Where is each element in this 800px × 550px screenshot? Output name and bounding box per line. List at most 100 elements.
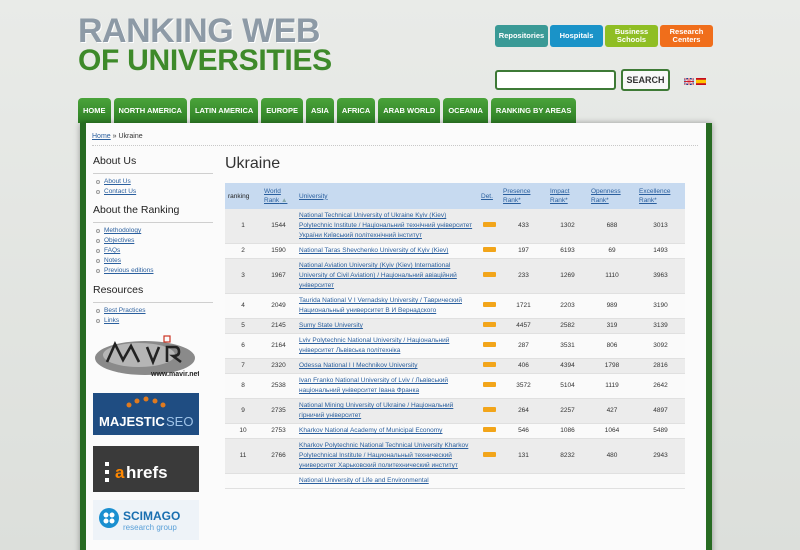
quick-link-repositories[interactable]: Repositories <box>495 25 548 47</box>
table-row: 8 2538 Ivan Franko National University of … <box>225 373 685 399</box>
table-row: 1 1544 National Technical University of Uk… <box>225 209 685 244</box>
search-input[interactable] <box>495 70 616 90</box>
table-row: 5 2145 Sumy State University 4457 2582 319 313… <box>225 318 685 334</box>
table-row: 11 2766 Kharkov Polytechnic National Techn… <box>225 438 685 474</box>
cell-impact: 3531 <box>547 333 588 359</box>
details-icon[interactable] <box>482 322 496 327</box>
sidebar-item-about-us[interactable]: About Us <box>96 177 213 187</box>
sidebar-item-objectives[interactable]: Objectives <box>96 236 213 246</box>
svg-text:MAJESTIC: MAJESTIC <box>99 414 165 429</box>
bullet-icon <box>96 239 100 243</box>
col-openness[interactable]: Openness Rank* <box>588 183 636 209</box>
university-link[interactable]: National Technical University of Ukraine… <box>299 212 472 239</box>
cell-excellence: 4897 <box>636 398 685 424</box>
cell-presence: 197 <box>500 243 547 259</box>
nav-tab-home[interactable]: HOME <box>78 98 111 123</box>
cell-presence: 287 <box>500 333 547 359</box>
university-link[interactable]: Lviv Polytechnic National University / Н… <box>299 337 449 354</box>
sidebar-item-label: Best Practices <box>104 307 146 314</box>
col-impact[interactable]: Impact Rank* <box>547 183 588 209</box>
cell-det <box>478 373 500 399</box>
cell-impact: 8232 <box>547 438 588 474</box>
details-icon[interactable] <box>482 247 496 252</box>
details-icon[interactable] <box>482 342 496 347</box>
nav-tab-oceania[interactable]: OCEANIA <box>443 98 488 123</box>
university-link[interactable]: National Mining University of Ukraine / … <box>299 402 453 419</box>
sidebar-item-label: Methodology <box>104 227 142 234</box>
cell-world-rank: 1967 <box>261 258 296 294</box>
cell-excellence: 3963 <box>636 258 685 294</box>
quick-link-research-centers[interactable]: Research Centers <box>660 25 713 47</box>
sidebar-heading-resources: Resources <box>93 284 144 296</box>
nav-tab-north-america[interactable]: NORTH AMERICA <box>113 98 187 123</box>
bullet-icon <box>96 229 100 233</box>
details-icon[interactable] <box>482 272 496 277</box>
university-link[interactable]: Odessa National I I Mechnikov University <box>299 362 418 369</box>
details-icon[interactable] <box>482 222 496 227</box>
details-icon[interactable] <box>482 407 496 412</box>
bullet-icon <box>96 180 100 184</box>
sidebar-item-methodology[interactable]: Methodology <box>96 226 213 236</box>
university-link[interactable]: Sumy State University <box>299 322 363 329</box>
nav-tab-africa[interactable]: AFRICA <box>336 98 376 123</box>
university-link[interactable]: Kharkov Polytechnic National Technical U… <box>299 442 468 469</box>
sidebar-item-previous-editions[interactable]: Previous editions <box>96 266 213 276</box>
cell-openness <box>588 473 636 489</box>
sidebar-item-label: About Us <box>104 178 131 185</box>
table-row: 10 2753 Kharkov National Academy of Munici… <box>225 423 685 439</box>
details-icon[interactable] <box>482 452 496 457</box>
details-icon[interactable] <box>482 302 496 307</box>
university-link[interactable]: National Taras Shevchenko University of … <box>299 247 448 254</box>
quick-link-hospitals[interactable]: Hospitals <box>550 25 603 47</box>
cell-impact: 2582 <box>547 318 588 334</box>
breadcrumb: Home » Ukraine <box>92 133 143 140</box>
nav-tab-arab-world[interactable]: ARAB WORLD <box>378 98 441 123</box>
sidebar-item-label: Previous editions <box>104 267 154 274</box>
nav-tab-europe[interactable]: EUROPE <box>261 98 303 123</box>
nav-tab-ranking-by-areas[interactable]: RANKING BY AREAS <box>490 98 577 123</box>
breadcrumb-home-link[interactable]: Home <box>92 133 111 140</box>
col-det[interactable]: Det. <box>478 183 500 209</box>
site-logo[interactable]: RANKING WEB OF UNIVERSITIES <box>78 14 332 76</box>
sidebar-item-links[interactable]: Links <box>96 316 213 326</box>
cell-det <box>478 209 500 244</box>
nav-tab-latin-america[interactable]: LATIN AMERICA <box>189 98 259 123</box>
sidebar-item-best-practices[interactable]: Best Practices <box>96 306 213 316</box>
university-link[interactable]: Taurida National V I Vernadsky Universit… <box>299 297 462 314</box>
sponsor-ahrefs-logo[interactable]: a hrefs <box>93 446 199 492</box>
university-link[interactable]: Ivan Franko National University of Lviv … <box>299 377 448 394</box>
cell-impact <box>547 473 588 489</box>
sidebar-list-about-ranking: Methodology Objectives FAQs Notes Previous e… <box>96 226 213 276</box>
english-flag-icon[interactable] <box>684 78 694 85</box>
details-icon[interactable] <box>482 427 496 432</box>
sponsor-scimago-logo[interactable]: SCIMAGO research group <box>93 500 199 540</box>
col-university[interactable]: University <box>296 183 478 209</box>
search-button[interactable]: SEARCH <box>621 69 670 91</box>
table-header-row: ranking World Rank ▲ University Det. Pre… <box>225 183 685 209</box>
spanish-flag-icon[interactable] <box>696 78 706 85</box>
cell-impact: 1302 <box>547 209 588 244</box>
cell-university: Odessa National I I Mechnikov University <box>296 358 478 374</box>
sidebar-item-notes[interactable]: Notes <box>96 256 213 266</box>
cell-impact: 1269 <box>547 258 588 294</box>
nav-tab-asia[interactable]: ASIA <box>305 98 334 123</box>
col-excellence[interactable]: Excellence Rank* <box>636 183 685 209</box>
col-presence[interactable]: Presence Rank* <box>500 183 547 209</box>
sponsor-majestic-logo[interactable]: MAJESTIC SEO <box>93 393 199 435</box>
sidebar-item-contact-us[interactable]: Contact Us <box>96 187 213 197</box>
sidebar-item-faqs[interactable]: FAQs <box>96 246 213 256</box>
table-row: 4 2049 Taurida National V I Vernadsky Univ… <box>225 293 685 319</box>
university-link[interactable]: National Aviation University (Kyiv (Kiev… <box>299 262 457 289</box>
university-link[interactable]: National University of Life and Environm… <box>299 477 429 484</box>
university-link[interactable]: Kharkov National Academy of Municipal Ec… <box>299 427 442 434</box>
cell-excellence: 3092 <box>636 333 685 359</box>
cell-ranking: 2 <box>225 243 261 259</box>
details-icon[interactable] <box>482 382 496 387</box>
table-row: National University of Life and Environm… <box>225 473 685 489</box>
sponsor-mavir-logo[interactable]: www.mavir.net <box>93 334 200 378</box>
cell-openness: 989 <box>588 293 636 319</box>
quick-link-business-schools[interactable]: Business Schools <box>605 25 658 47</box>
details-icon[interactable] <box>482 362 496 367</box>
ranking-table: ranking World Rank ▲ University Det. Pre… <box>225 183 685 489</box>
col-world-rank[interactable]: World Rank ▲ <box>261 183 296 209</box>
